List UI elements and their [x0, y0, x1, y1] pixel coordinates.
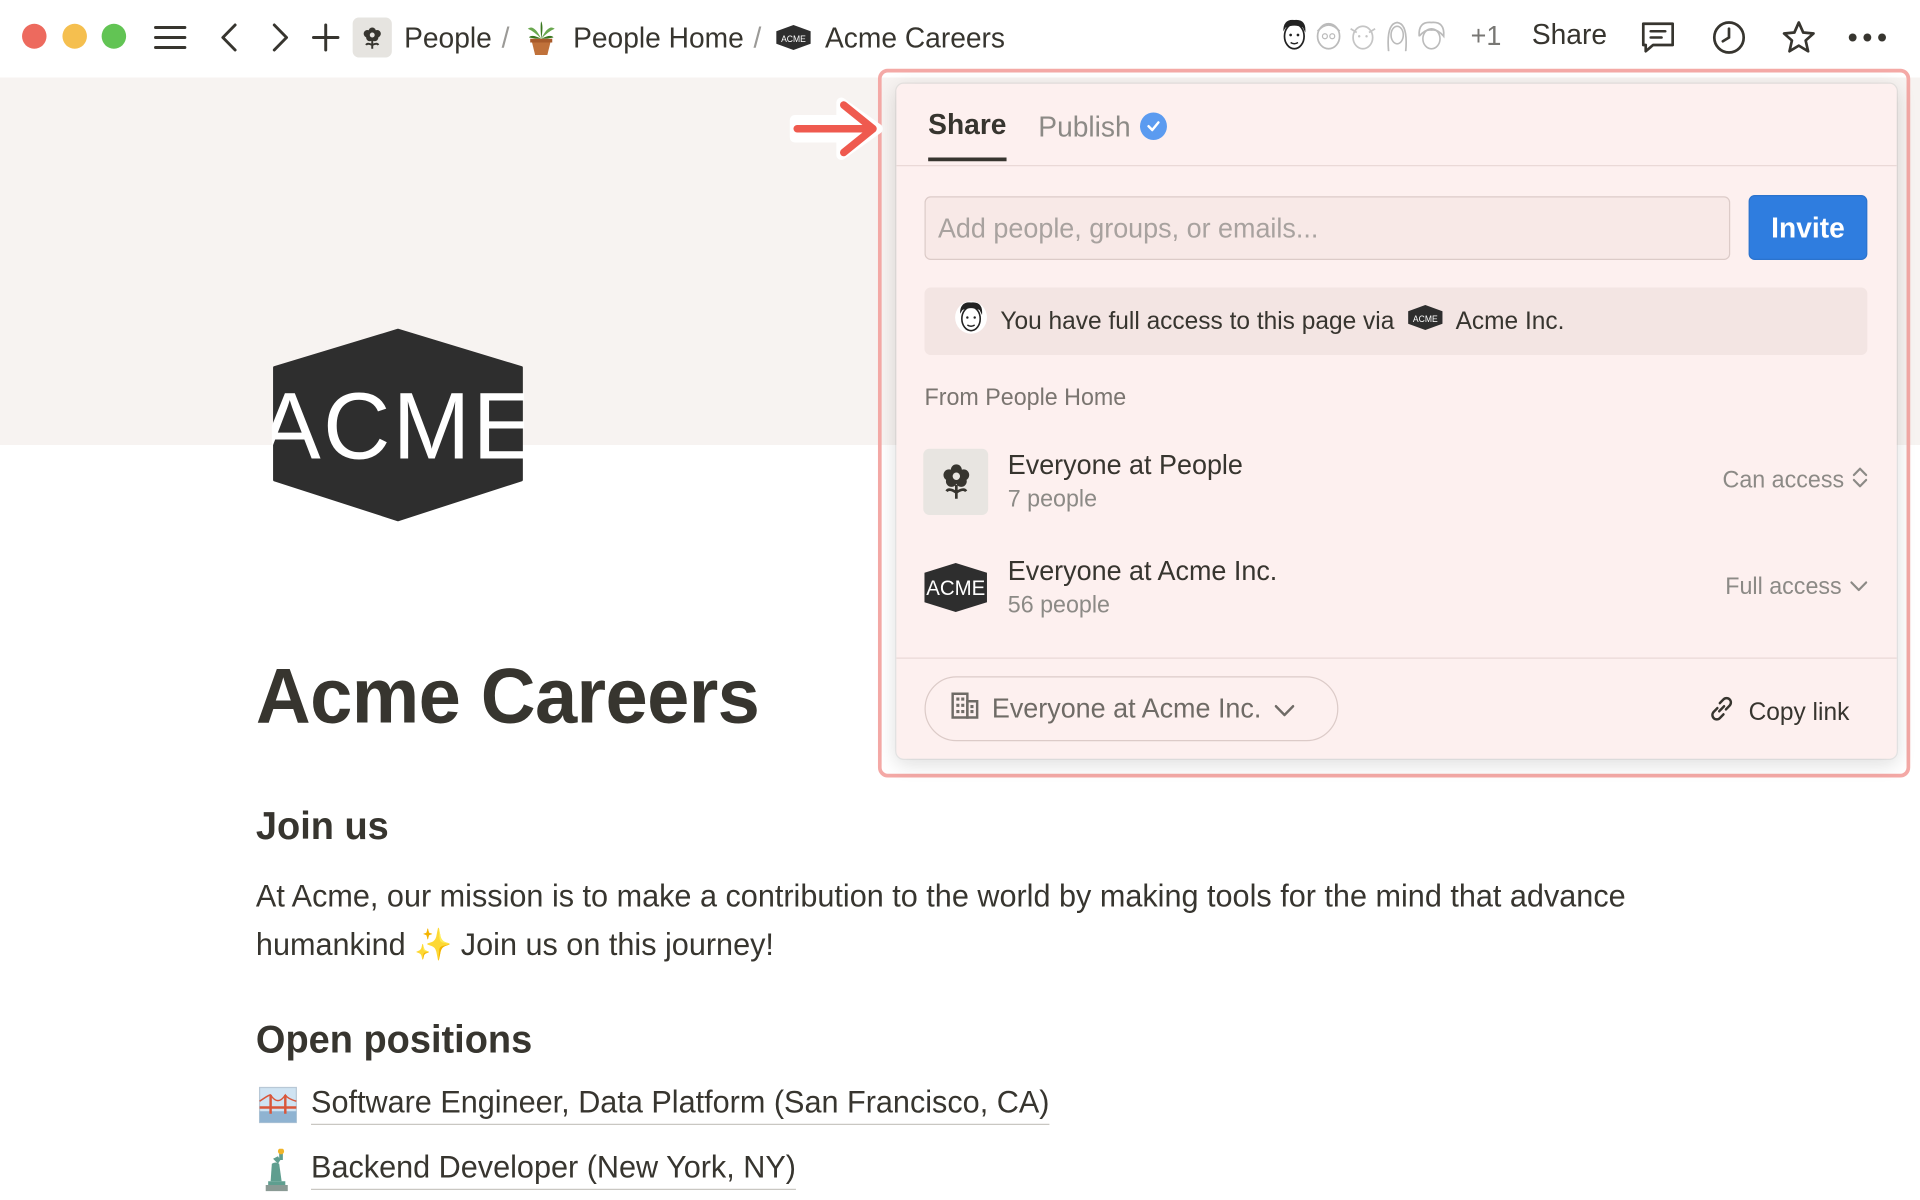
svg-text:ACME: ACME: [1413, 314, 1438, 324]
copy-link-button[interactable]: Copy link: [1707, 694, 1849, 732]
share-button[interactable]: Share: [1532, 18, 1607, 52]
link-icon: [1707, 694, 1736, 732]
acme-logo-icon: ACME: [923, 554, 988, 620]
svg-text:ACME: ACME: [272, 373, 524, 479]
link-scope-label: Everyone at Acme Inc.: [991, 692, 1262, 724]
tab-publish[interactable]: Publish: [1038, 108, 1168, 162]
app-window: People / People Home / ACME Acme Careers: [0, 0, 1920, 1200]
svg-text:ACME: ACME: [781, 34, 806, 44]
copy-link-label: Copy link: [1748, 698, 1850, 726]
potted-plant-icon: [522, 18, 561, 58]
chevron-up-down-icon: [1851, 466, 1868, 496]
collaborator-avatars[interactable]: [1273, 13, 1453, 57]
flower-icon: [352, 17, 392, 58]
positions-heading: Open positions: [255, 1017, 533, 1062]
history-clock-icon[interactable]: [1709, 15, 1748, 60]
footer-divider: [896, 657, 1897, 659]
favorite-star-icon[interactable]: [1779, 15, 1818, 60]
breadcrumb-separator: /: [501, 20, 510, 54]
back-arrow-icon[interactable]: [216, 15, 243, 60]
top-bar: People / People Home / ACME Acme Careers: [0, 0, 1920, 78]
acme-logo-icon: ACME: [774, 18, 813, 58]
minimize-window-button[interactable]: [62, 23, 87, 49]
position-link[interactable]: Software Engineer, Data Platform (San Fr…: [257, 1084, 1050, 1127]
maximize-window-button[interactable]: [101, 23, 127, 49]
tab-share[interactable]: Share: [928, 107, 1007, 162]
new-page-plus-icon[interactable]: [310, 15, 342, 60]
page-title: Acme Careers: [255, 653, 760, 740]
member-row[interactable]: ACME Everyone at Acme Inc. 56 people Ful…: [923, 550, 1868, 625]
acme-logo-icon: ACME: [1407, 304, 1444, 339]
breadcrumb-separator: /: [753, 20, 762, 54]
position-link[interactable]: Backend Developer (New York, NY): [257, 1148, 796, 1192]
permission-dropdown[interactable]: Can access: [1723, 466, 1869, 496]
breadcrumb: People / People Home / ACME Acme Careers: [352, 15, 1005, 60]
avatar[interactable]: [1410, 13, 1453, 57]
breadcrumb-label: People Home: [573, 20, 744, 54]
access-note-workspace: Acme Inc.: [1455, 306, 1565, 335]
building-icon: [950, 690, 979, 728]
acme-logo-icon[interactable]: ACME: [259, 328, 535, 529]
verified-check-icon: [1140, 112, 1168, 140]
permission-label: Can access: [1722, 467, 1845, 494]
permission-dropdown[interactable]: Full access: [1725, 574, 1868, 602]
from-section-label: From People Home: [924, 385, 1127, 412]
member-count: 7 people: [1007, 486, 1098, 513]
join-paragraph: At Acme, our mission is to make a contri…: [255, 878, 1626, 963]
forward-arrow-icon[interactable]: [267, 15, 294, 60]
breadcrumb-item-acme-careers[interactable]: ACME Acme Careers: [774, 18, 1005, 58]
pointer-arrow-icon: [787, 93, 885, 172]
more-collaborators-count[interactable]: +1: [1471, 20, 1502, 53]
sidebar-menu-icon[interactable]: [152, 15, 189, 60]
join-heading: Join us: [255, 803, 389, 848]
breadcrumb-item-people-home[interactable]: People Home: [522, 18, 744, 58]
close-window-button[interactable]: [22, 23, 47, 49]
golden-gate-icon: [257, 1084, 299, 1127]
position-label[interactable]: Software Engineer, Data Platform (San Fr…: [311, 1085, 1050, 1125]
breadcrumb-label: People: [404, 20, 492, 54]
tab-label: Publish: [1038, 109, 1131, 142]
share-popup: Share Publish Invite You have full acces…: [896, 83, 1897, 759]
access-note-text: You have full access to this page via: [1000, 306, 1395, 335]
link-scope-dropdown[interactable]: Everyone at Acme Inc.: [924, 676, 1339, 742]
breadcrumb-item-people[interactable]: People: [352, 17, 492, 58]
tabs-divider: [896, 165, 1897, 167]
statue-of-liberty-icon: [257, 1148, 299, 1192]
permission-label: Full access: [1725, 573, 1842, 600]
flower-icon: [923, 448, 989, 515]
invite-search-input[interactable]: [924, 196, 1731, 260]
invite-button[interactable]: Invite: [1748, 195, 1868, 260]
share-tabs: Share Publish: [928, 107, 1168, 162]
chevron-down-icon: [1274, 693, 1296, 726]
member-name: Everyone at Acme Inc.: [1007, 555, 1278, 587]
svg-text:ACME: ACME: [926, 577, 985, 600]
position-label[interactable]: Backend Developer (New York, NY): [311, 1150, 796, 1190]
member-row[interactable]: Everyone at People 7 people Can access: [923, 444, 1868, 519]
breadcrumb-label: Acme Careers: [825, 20, 1006, 54]
chevron-down-icon: [1849, 574, 1869, 602]
member-name: Everyone at People: [1007, 448, 1243, 480]
access-note: You have full access to this page via AC…: [924, 287, 1868, 355]
member-count: 56 people: [1007, 592, 1110, 619]
user-avatar-icon: [954, 299, 988, 344]
comments-icon[interactable]: [1638, 15, 1677, 60]
tab-label: Share: [928, 107, 1007, 141]
more-options-icon[interactable]: [1847, 15, 1889, 60]
